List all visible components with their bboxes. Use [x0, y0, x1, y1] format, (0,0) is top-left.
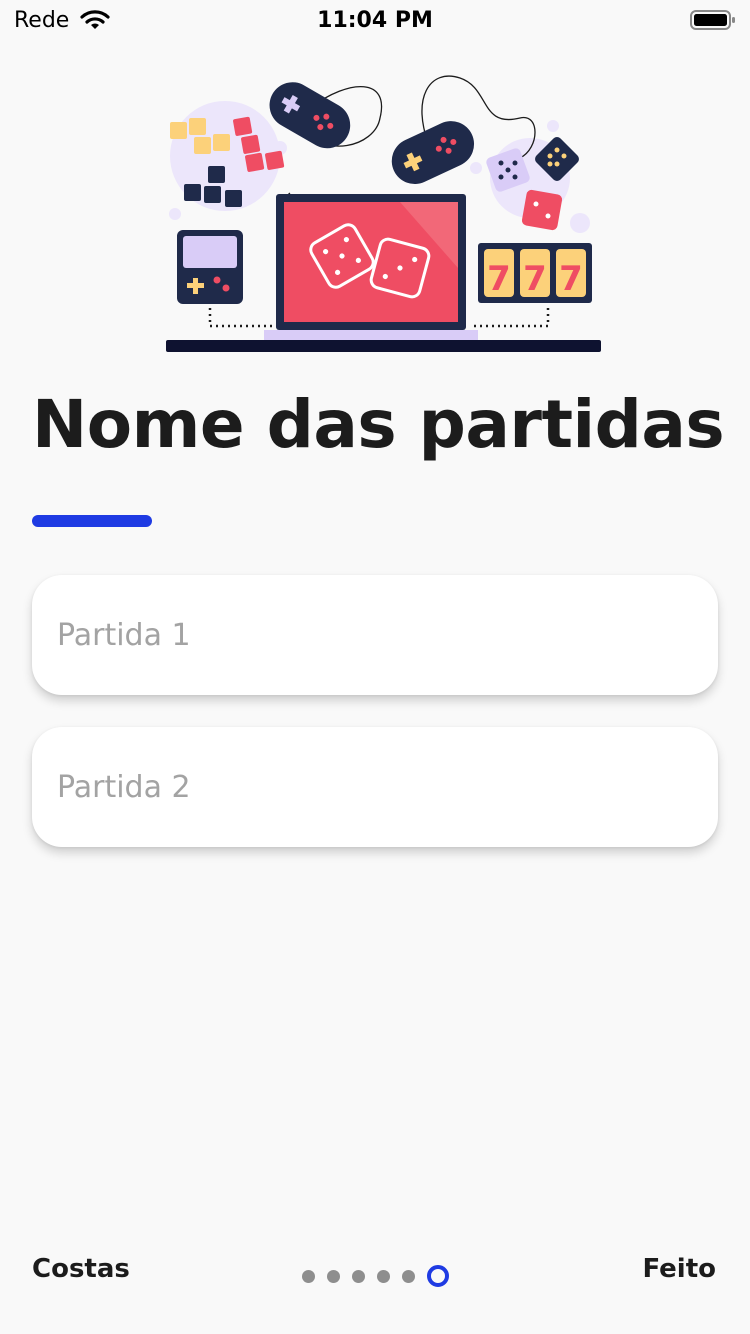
status-time: 11:04 PM	[317, 8, 433, 33]
page-dot[interactable]	[402, 1270, 415, 1283]
slot-machine-icon: 7 7 7	[478, 243, 592, 303]
page-dot[interactable]	[352, 1270, 365, 1283]
handheld-console-icon	[177, 230, 243, 304]
page-dot-active[interactable]	[427, 1265, 449, 1287]
done-button[interactable]: Feito	[642, 1254, 716, 1284]
page-dot[interactable]	[327, 1270, 340, 1283]
title-underline	[32, 515, 152, 527]
battery-icon	[690, 10, 735, 30]
match-name-field-2	[32, 727, 718, 847]
page-dot[interactable]	[302, 1270, 315, 1283]
games-illustration: 7 7 7	[166, 75, 601, 352]
gamepad-icon	[391, 121, 475, 185]
slot-reel: 7	[523, 259, 547, 299]
slot-reel: 7	[559, 259, 583, 299]
page-dot[interactable]	[377, 1270, 390, 1283]
match-name-input-1[interactable]	[32, 575, 718, 695]
page-indicator	[300, 1264, 460, 1288]
status-bar: Rede 11:04 PM	[0, 0, 750, 40]
back-button[interactable]: Costas	[32, 1254, 130, 1284]
page-title: Nome das partidas	[32, 386, 725, 463]
match-name-field-1	[32, 575, 718, 695]
match-name-input-2[interactable]	[32, 727, 718, 847]
slot-reel: 7	[487, 259, 511, 299]
